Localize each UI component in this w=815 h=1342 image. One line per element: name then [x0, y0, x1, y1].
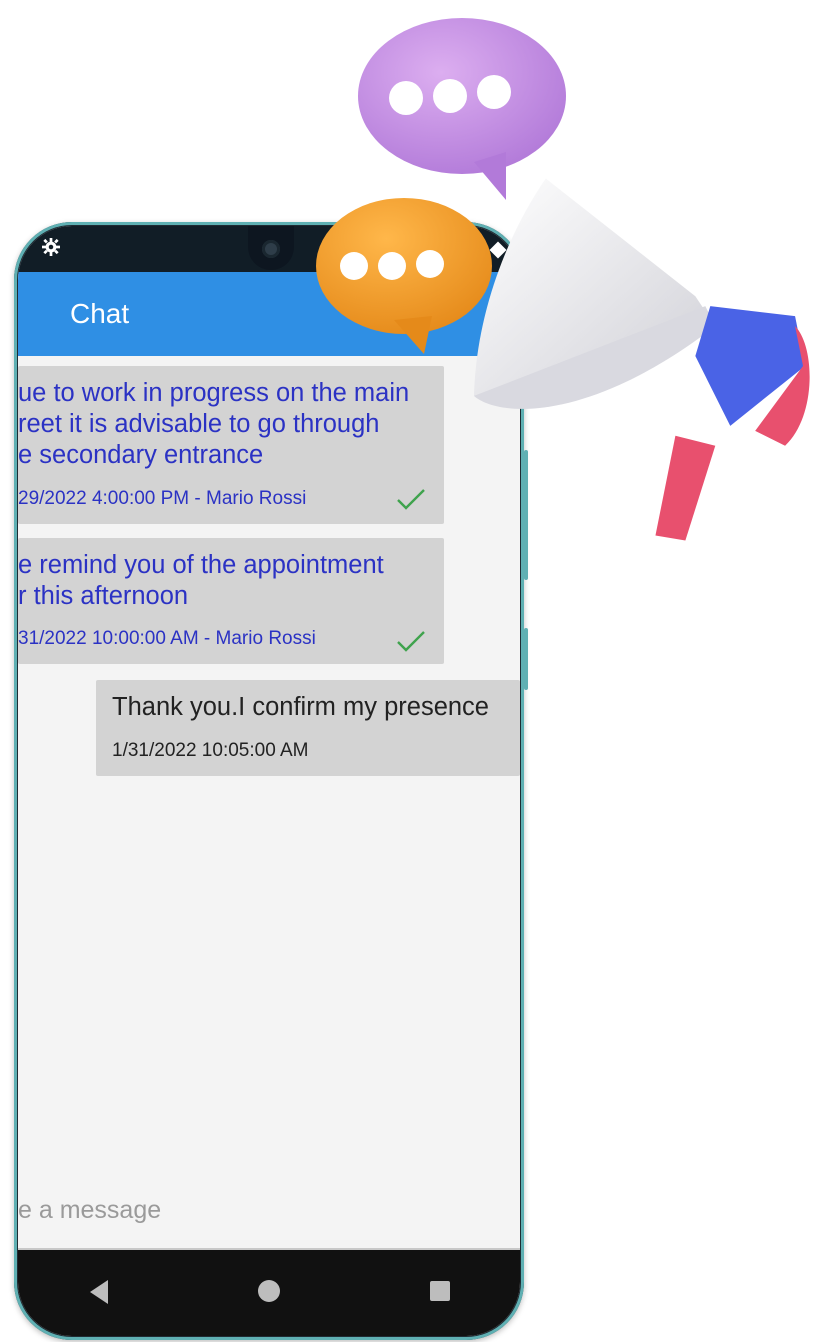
message-bubble[interactable]: ue to work in progress on the main reet …: [18, 366, 444, 524]
check-icon: [397, 489, 425, 510]
message-line: Thank you.I confirm my presence: [112, 693, 489, 721]
home-icon[interactable]: [258, 1280, 280, 1302]
gear-icon: [42, 238, 60, 256]
message-line: e secondary entrance: [18, 441, 264, 469]
message-timestamp: 31/2022 10:00:00 AM - Mario Rossi: [18, 628, 316, 649]
message-line: ue to work in progress on the main: [18, 379, 410, 407]
message-line: reet it is advisable to go through: [18, 410, 380, 438]
message-bubble-own[interactable]: Thank you.I confirm my presence 1/31/202…: [96, 680, 520, 776]
recent-apps-icon[interactable]: [430, 1281, 450, 1301]
message-line: r this afternoon: [18, 582, 189, 610]
phone-frame: Chat ue to work in progress on the main …: [14, 222, 524, 1340]
message-timestamp: 29/2022 4:00:00 PM - Mario Rossi: [18, 488, 307, 509]
message-bubble[interactable]: e remind you of the appointment r this a…: [18, 538, 444, 664]
message-input[interactable]: e a message: [18, 1168, 520, 1250]
message-input-placeholder: e a message: [18, 1196, 162, 1224]
power-button: [524, 628, 528, 690]
speech-bubble-icon: [358, 18, 566, 200]
back-icon[interactable]: [90, 1280, 108, 1304]
page-title: Chat: [70, 298, 130, 329]
phone-screen: Chat ue to work in progress on the main …: [18, 226, 520, 1336]
message-timestamp: 1/31/2022 10:05:00 AM: [112, 740, 309, 761]
camera-icon: [262, 240, 280, 258]
check-icon: [397, 631, 425, 652]
message-line: e remind you of the appointment: [18, 551, 384, 579]
navigation-bar: [18, 1250, 520, 1336]
megaphone-icon: [473, 178, 810, 541]
